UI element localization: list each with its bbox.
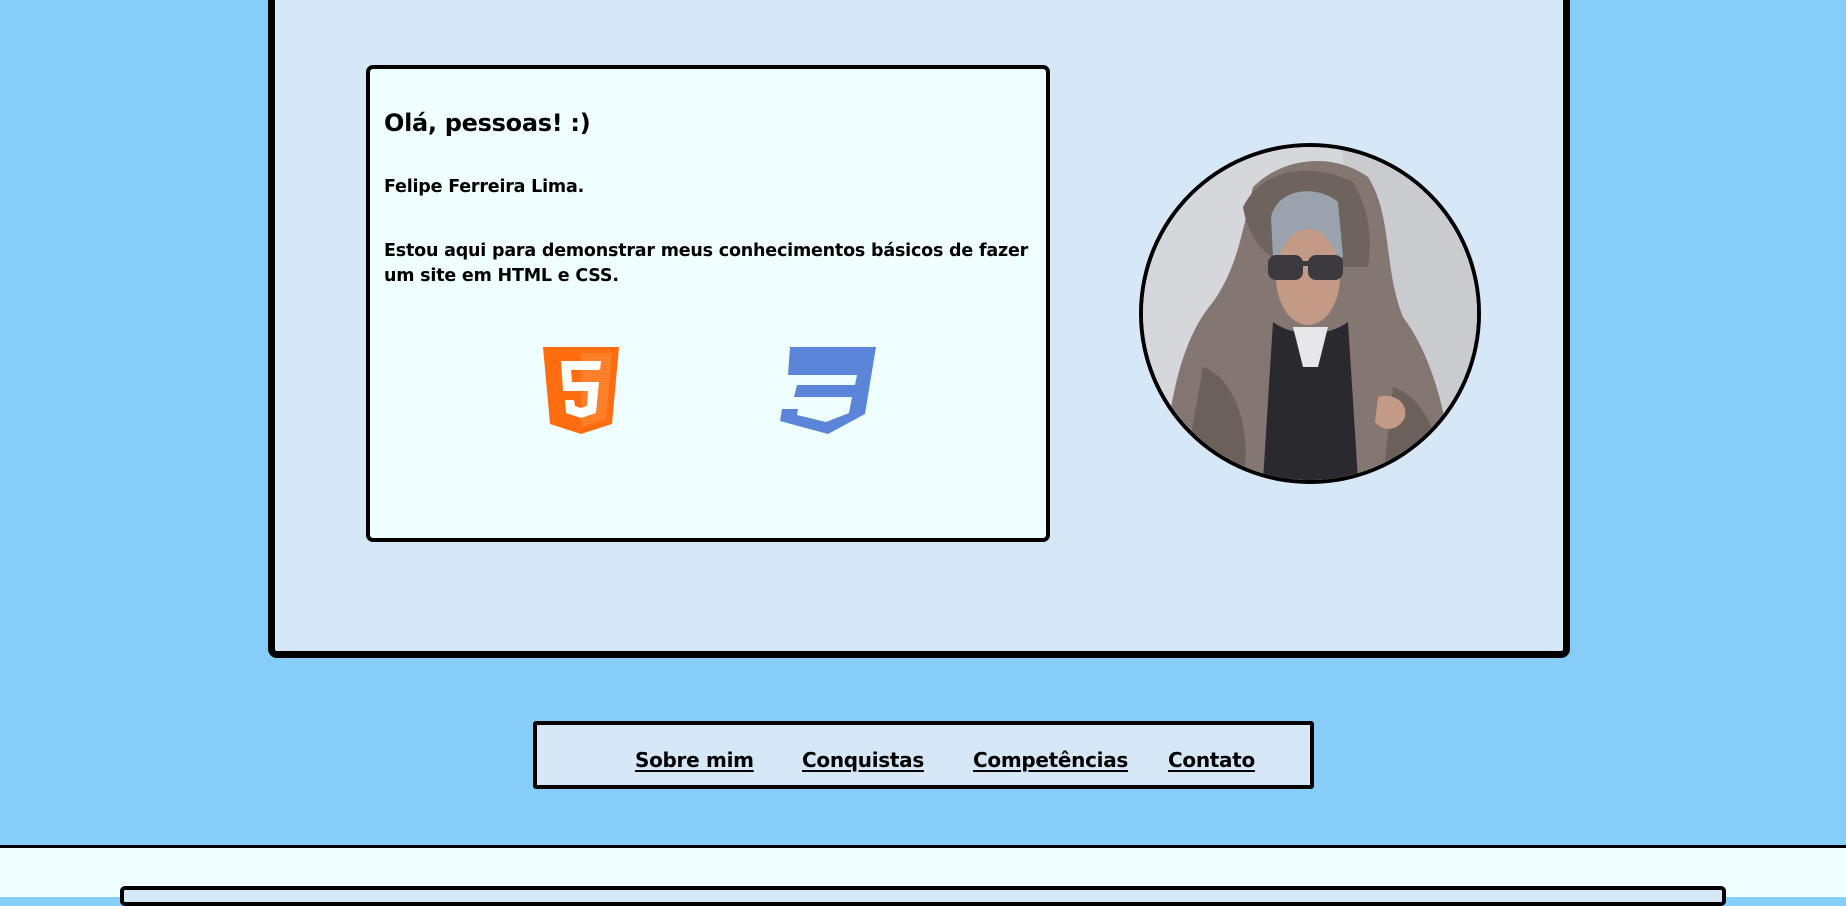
css3-icon: [780, 347, 876, 439]
html5-icon: [543, 347, 619, 439]
nav-link-sobre-mim[interactable]: Sobre mim: [635, 748, 754, 772]
nav-link-contato[interactable]: Contato: [1168, 748, 1255, 772]
intro-name: Felipe Ferreira Lima.: [384, 177, 585, 197]
profile-avatar: [1139, 143, 1481, 484]
nav-link-conquistas[interactable]: Conquistas: [802, 748, 924, 772]
intro-description: Estou aqui para demonstrar meus conhecim…: [384, 241, 1029, 286]
intro-greeting: Olá, pessoas! :): [384, 109, 591, 137]
intro-box: Olá, pessoas! :) Felipe Ferreira Lima. E…: [366, 65, 1050, 542]
nav-link-competencias[interactable]: Competências: [973, 748, 1128, 772]
main-nav: Sobre mim Conquistas Competências Contat…: [533, 721, 1314, 789]
next-section-card: [120, 886, 1726, 906]
